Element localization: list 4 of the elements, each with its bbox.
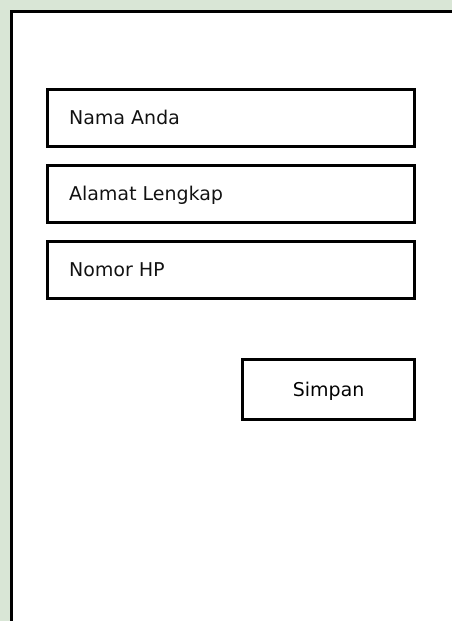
save-button[interactable]: Simpan bbox=[241, 358, 416, 421]
input-field[interactable]: Alamat Lengkap bbox=[46, 164, 416, 224]
input-field[interactable]: Nomor HP bbox=[46, 240, 416, 300]
input-field[interactable]: Nama Anda bbox=[46, 88, 416, 148]
